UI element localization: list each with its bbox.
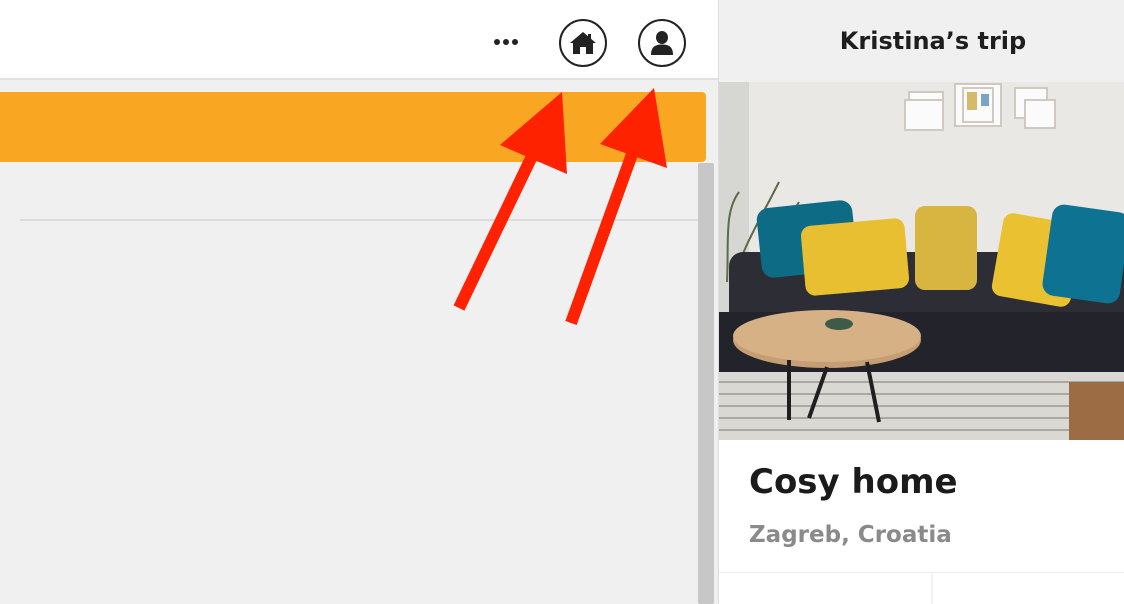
trip-title: Kristina’s trip — [839, 27, 1027, 55]
home-icon — [570, 32, 596, 54]
main-panel — [0, 0, 718, 604]
scrollbar[interactable] — [698, 163, 714, 604]
living-room-photo — [719, 82, 1124, 440]
listing-photo[interactable] — [719, 82, 1124, 440]
user-icon — [651, 31, 673, 55]
trip-sidebar: Kristina’s trip Cosy home Zagreb, Croati… — [718, 0, 1124, 604]
section-divider — [20, 219, 698, 221]
home-button[interactable] — [559, 19, 607, 67]
listing-title[interactable]: Cosy home — [749, 462, 958, 502]
profile-button[interactable] — [638, 19, 686, 67]
trip-header: Kristina’s trip — [719, 0, 1124, 82]
tab-separator — [931, 573, 933, 604]
more-options-button[interactable] — [488, 30, 524, 54]
ellipsis-icon — [494, 39, 500, 45]
orange-banner — [0, 92, 706, 162]
top-navigation-bar — [0, 0, 718, 80]
app-window: Kristina’s trip Cosy home Zagreb, Croati… — [0, 0, 1124, 604]
listing-tab-strip — [719, 572, 1124, 604]
listing-location: Zagreb, Croatia — [749, 522, 952, 548]
